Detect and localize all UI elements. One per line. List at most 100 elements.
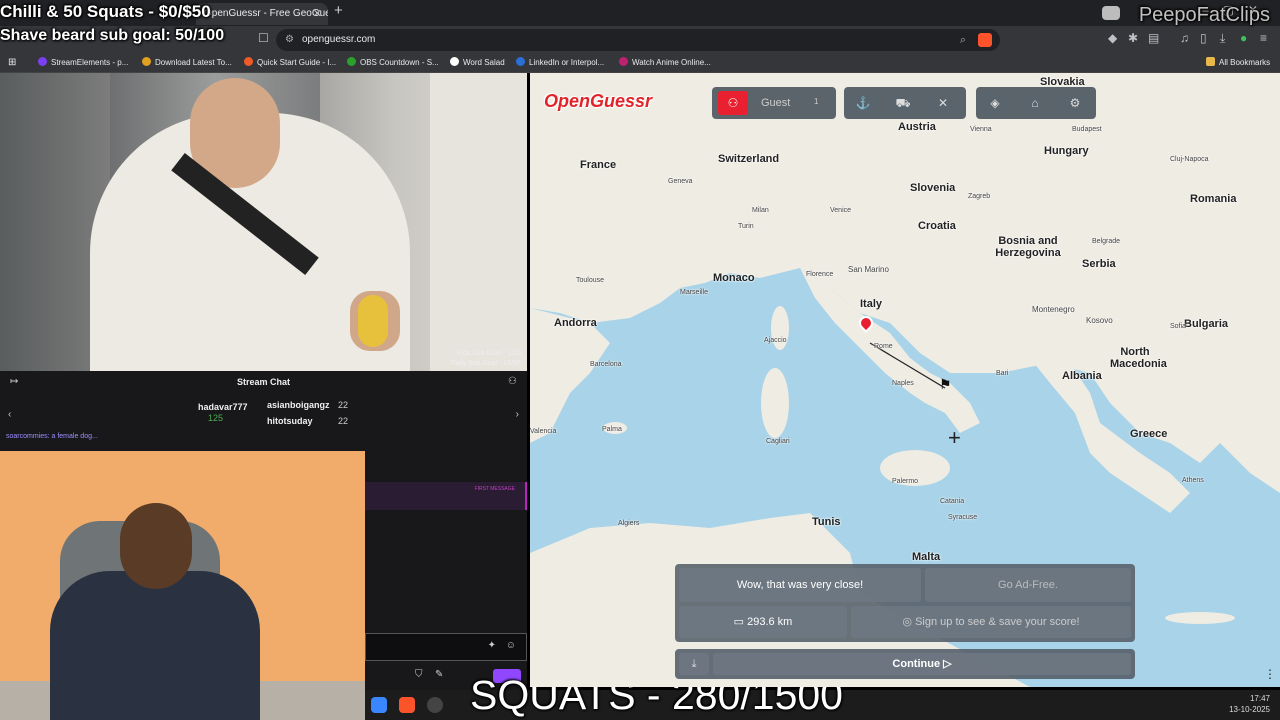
go-ad-free-button[interactable]: Go Ad-Free. xyxy=(925,568,1131,602)
chat-input[interactable]: ✦ ☺ xyxy=(365,633,527,661)
bookmark-item[interactable]: StreamElements - p... xyxy=(38,56,128,70)
bookmarks-bar: ⊞ StreamElements - p... Download Latest … xyxy=(0,54,1280,73)
graduation-cap-icon[interactable]: ⌂ xyxy=(1020,91,1050,115)
new-tab-icon[interactable]: + xyxy=(334,2,343,19)
stream-chat-panel: ↦ Stream Chat ⚇ ‹ › hadavar777 125 asian… xyxy=(0,371,527,451)
bookmark-favicon-icon xyxy=(142,57,151,66)
extension-icon[interactable]: ◆ xyxy=(1108,31,1117,45)
map-label-city: Valencia xyxy=(530,428,557,435)
shield-icon[interactable]: ⛉ xyxy=(415,669,423,680)
close-icon[interactable]: ✕ xyxy=(313,3,322,25)
shave-beard-goal: Shave beard sub goal: 50/100 xyxy=(0,27,225,44)
bookmark-favicon-icon xyxy=(38,57,47,66)
guest-count: 1 xyxy=(814,97,819,106)
continue-button[interactable]: Continue ▷ xyxy=(713,653,1131,675)
bookmark-item[interactable]: LinkedIn or Interpol... xyxy=(516,56,604,70)
music-icon[interactable]: ♫ xyxy=(1180,31,1189,45)
map-label-country: Montenegro xyxy=(1032,305,1075,314)
map-label-country: Italy xyxy=(860,298,883,310)
sidebar-icon[interactable]: ▯ xyxy=(1200,31,1207,45)
guess-flag-icon: ⚑ xyxy=(939,376,952,392)
apps-icon[interactable]: ⊞ xyxy=(8,56,16,70)
top-gifter: asianboigangz xyxy=(267,400,330,410)
tab-title: OpenGuessr - Free GeoGuess xyxy=(204,8,328,19)
clip-watermark: PeepoFatClips xyxy=(1138,4,1270,26)
site-settings-icon[interactable]: ⚙ xyxy=(285,29,294,51)
gift-count: 125 xyxy=(208,413,224,423)
download-icon[interactable]: ⤓ xyxy=(679,653,709,675)
bookmark-item[interactable]: Quick Start Guide - I... xyxy=(244,56,336,70)
map-controls: ◈ ⌂ ⚙ xyxy=(976,87,1096,119)
map-label-country: Greece xyxy=(1130,428,1168,440)
map-label-city: Venice xyxy=(830,207,852,214)
map-label-country: North Macedonia xyxy=(1110,346,1167,370)
chevron-left-icon[interactable]: ‹ xyxy=(8,409,11,420)
brave-shield-icon[interactable] xyxy=(978,33,992,47)
brave-icon[interactable] xyxy=(399,697,415,713)
zoom-icon[interactable]: ⌕ xyxy=(960,29,966,51)
layers-icon[interactable]: ◈ xyxy=(980,91,1010,115)
map-label-country: Monaco xyxy=(713,272,755,284)
users-icon[interactable]: ⚇ xyxy=(508,376,517,387)
map-label-city: Marseille xyxy=(680,289,709,296)
map-label-country: Serbia xyxy=(1082,258,1116,270)
user-icon[interactable]: ⚇ xyxy=(718,91,748,115)
chilli-peppers xyxy=(358,295,388,347)
menu-icon[interactable]: ≡ xyxy=(1260,31,1267,45)
all-bookmarks[interactable]: All Bookmarks xyxy=(1206,56,1270,70)
wallet-icon[interactable]: ▤ xyxy=(1148,31,1159,45)
bookmark-item[interactable]: Download Latest To... xyxy=(142,56,232,70)
bookmark-item[interactable]: Watch Anime Online... xyxy=(619,56,711,70)
map-label-country: Albania xyxy=(1062,370,1102,382)
app-icon[interactable] xyxy=(371,697,387,713)
sardinia xyxy=(761,368,789,438)
map-label-city: Toulouse xyxy=(576,277,605,284)
bookmark-favicon-icon xyxy=(619,57,628,66)
sparkle-icon[interactable]: ✦ xyxy=(488,640,496,651)
map-label-city: Ajaccio xyxy=(764,337,787,344)
chevron-right-icon[interactable]: › xyxy=(516,409,519,420)
download-icon[interactable]: ⤓ xyxy=(1220,31,1225,46)
bookmark-icon[interactable]: ☐ xyxy=(258,31,269,45)
map-label-city: Barcelona xyxy=(590,361,622,368)
guest-body xyxy=(50,571,260,720)
signup-button[interactable]: ◎ Sign up to see & save your score! xyxy=(851,606,1131,638)
bookmark-item[interactable]: Word Salad xyxy=(450,56,505,70)
openguessr-map[interactable]: Slovakia Austria Hungary France Switzerl… xyxy=(530,73,1280,687)
result-message: Wow, that was very close! xyxy=(679,568,921,602)
car-icon[interactable]: ⛟ xyxy=(888,91,918,115)
map-label-city: Cagliari xyxy=(766,438,790,445)
more-options-icon[interactable]: ⋮ xyxy=(1264,667,1276,681)
pen-icon[interactable]: ✎ xyxy=(435,669,443,680)
taskbar-clock: 17:47 13-10-2025 xyxy=(1229,694,1270,714)
sub-goals-overlay: Kick Sub Goal - 1/20 Daily Sub Goal - 15… xyxy=(450,350,521,367)
map-label-country: Kosovo xyxy=(1086,316,1113,325)
user-circle-icon: ◎ xyxy=(902,616,916,628)
map-label-city: Bari xyxy=(996,370,1009,377)
map-label-country: Malta xyxy=(912,551,941,563)
bookmark-favicon-icon xyxy=(450,57,459,66)
map-label-city: Syracuse xyxy=(948,514,978,521)
map-label-city: Budapest xyxy=(1072,126,1102,133)
chat-message: soarcommies: a female dog... xyxy=(6,433,98,440)
emote-icon[interactable]: ☺ xyxy=(506,640,516,651)
map-label-country: Bulgaria xyxy=(1184,318,1229,330)
guest-name: Guest xyxy=(761,97,791,109)
map-label-city: Algiers xyxy=(618,520,640,527)
no-move-icon[interactable]: ✕ xyxy=(928,91,958,115)
settings-icon[interactable]: ⚙ xyxy=(1060,91,1090,115)
puzzle-icon[interactable]: ✱ xyxy=(1128,31,1138,45)
openguessr-logo[interactable]: OpenGuessr xyxy=(544,91,652,112)
map-label-country: Slovenia xyxy=(910,182,956,194)
profile-icon[interactable]: ● xyxy=(1240,31,1247,45)
map-label-country: Hungary xyxy=(1044,145,1089,157)
gift-count: 22 xyxy=(338,400,349,410)
gift-count: 22 xyxy=(338,416,349,426)
map-label-city: Palma xyxy=(602,426,622,433)
address-bar[interactable]: ⚙ openguessr.com ⌕ xyxy=(276,29,1000,51)
tab-openguessr[interactable]: OpenGuessr - Free GeoGuess ✕ xyxy=(196,3,328,25)
bookmark-item[interactable]: OBS Countdown - S... xyxy=(347,56,439,70)
map-label-country: France xyxy=(580,159,617,171)
pin-icon[interactable]: ⚓ xyxy=(848,91,878,115)
obs-icon[interactable] xyxy=(427,697,443,713)
